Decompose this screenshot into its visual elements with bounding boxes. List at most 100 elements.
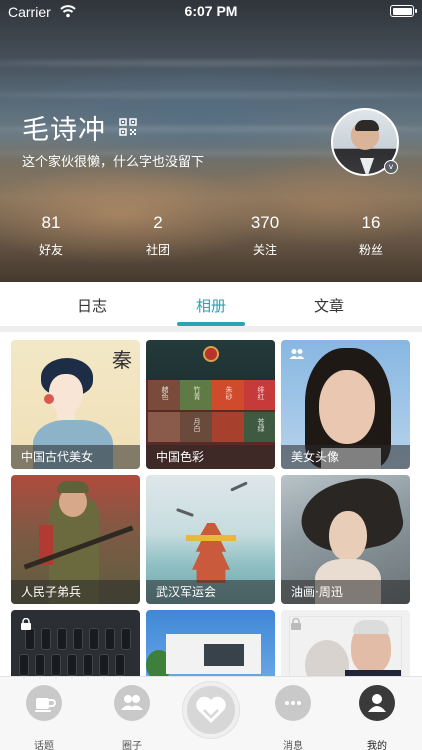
status-bar: Carrier 6:07 PM bbox=[0, 0, 422, 24]
tabbar-mine[interactable]: 我的 bbox=[347, 685, 407, 750]
stat-friends[interactable]: 81 好友 bbox=[11, 213, 91, 258]
color-swatch: 赭色 bbox=[148, 380, 180, 410]
art-key bbox=[41, 628, 51, 650]
color-swatch: 月白 bbox=[180, 412, 212, 442]
album-title: 人民子弟兵 bbox=[11, 580, 140, 604]
qr-code-icon[interactable] bbox=[119, 118, 137, 136]
lock-icon bbox=[21, 618, 31, 630]
background-wave bbox=[0, 92, 422, 98]
status-time: 6:07 PM bbox=[184, 3, 238, 19]
color-swatch: 苍绿 bbox=[244, 412, 275, 442]
color-swatch bbox=[148, 412, 180, 442]
art-key bbox=[99, 654, 109, 676]
swatch-label: 月白 bbox=[193, 418, 201, 432]
tabbar-messages[interactable]: 消息 bbox=[263, 685, 323, 750]
stat-label: 粉丝 bbox=[358, 243, 383, 257]
avatar-collar bbox=[360, 158, 374, 174]
art-key bbox=[83, 654, 93, 676]
user-icon bbox=[359, 685, 395, 721]
battery-icon bbox=[390, 5, 417, 17]
art-hair bbox=[353, 620, 389, 634]
art-building-window bbox=[204, 644, 244, 666]
stat-label: 关注 bbox=[252, 243, 277, 257]
tab-album[interactable]: 相册 bbox=[171, 295, 251, 316]
coffee-icon bbox=[26, 685, 62, 721]
stat-label: 好友 bbox=[38, 243, 63, 257]
avatar-hair bbox=[355, 120, 379, 131]
album-title: 中国色彩 bbox=[146, 445, 275, 469]
art-tower-eaves bbox=[186, 535, 236, 541]
segment-tabs: 日志 相册 文章 bbox=[0, 282, 422, 326]
swatch-label: 竹青 bbox=[193, 386, 201, 400]
art-face bbox=[49, 374, 83, 414]
heart-hands-icon bbox=[196, 696, 226, 723]
stat-followers[interactable]: 16 粉丝 bbox=[331, 213, 411, 258]
art-key bbox=[19, 654, 29, 676]
album-title: 中国古代美女 bbox=[11, 445, 140, 469]
art-cap bbox=[57, 481, 89, 493]
color-swatch bbox=[212, 412, 244, 442]
tabbar-label: 我的 bbox=[367, 741, 387, 750]
people-icon bbox=[289, 349, 305, 359]
album-card[interactable]: 秦 中国古代美女 bbox=[11, 340, 140, 469]
art-key bbox=[57, 628, 67, 650]
tabbar-topics[interactable]: 话题 bbox=[14, 685, 74, 750]
album-title: 油画·周迅 bbox=[281, 580, 410, 604]
art-key bbox=[51, 654, 61, 676]
swatch-label: 朱砂 bbox=[225, 386, 233, 400]
album-card[interactable]: 美女头像 bbox=[281, 340, 410, 469]
album-card[interactable]: 武汉军运会 bbox=[146, 475, 275, 604]
album-card[interactable]: 人民子弟兵 bbox=[11, 475, 140, 604]
stat-value: 2 bbox=[153, 213, 163, 232]
album-card[interactable] bbox=[281, 610, 410, 682]
color-swatch: 竹青 bbox=[180, 380, 212, 410]
swatch-label: 绯红 bbox=[257, 386, 265, 400]
tabbar-label: 消息 bbox=[283, 741, 303, 750]
color-swatch: 朱砂 bbox=[212, 380, 244, 410]
color-swatch: 绯红 bbox=[244, 380, 275, 410]
stat-value: 16 bbox=[361, 213, 381, 232]
album-grid: 秦 中国古代美女 赭色 竹青 朱砂 绯红 月白 苍绿 中国色彩 美女头像 人民子… bbox=[0, 332, 422, 682]
tabbar-label: 话题 bbox=[34, 741, 54, 750]
art-seal-text: 秦 bbox=[112, 348, 132, 372]
stat-clubs[interactable]: 2 社团 bbox=[118, 213, 198, 258]
art-key bbox=[115, 654, 125, 676]
stat-label: 社团 bbox=[145, 243, 170, 257]
stat-following[interactable]: 370 关注 bbox=[225, 213, 305, 258]
group-icon bbox=[114, 685, 150, 721]
profile-stats: 81 好友 2 社团 370 关注 16 粉丝 bbox=[0, 213, 422, 263]
album-card[interactable]: 油画·周迅 bbox=[281, 475, 410, 604]
swatch-label: 赭色 bbox=[161, 386, 169, 400]
art-tower bbox=[192, 523, 230, 583]
tabbar-circles[interactable]: 圈子 bbox=[102, 685, 162, 750]
album-title: 美女头像 bbox=[281, 445, 410, 469]
album-card[interactable] bbox=[11, 610, 140, 682]
profile-bio: 这个家伙很懒，什么字也没留下 bbox=[22, 155, 205, 170]
lock-icon bbox=[291, 618, 301, 630]
tab-diary[interactable]: 日志 bbox=[52, 295, 132, 316]
art-bird bbox=[176, 508, 194, 517]
tab-articles[interactable]: 文章 bbox=[289, 295, 369, 316]
art-key bbox=[73, 628, 83, 650]
art-face bbox=[319, 370, 375, 444]
stat-value: 370 bbox=[250, 213, 280, 232]
center-publish-button[interactable] bbox=[183, 682, 239, 738]
art-key bbox=[89, 628, 99, 650]
verified-badge: v bbox=[384, 160, 398, 174]
art-flower bbox=[44, 394, 54, 404]
stat-value: 81 bbox=[41, 213, 61, 232]
art-bird bbox=[230, 481, 248, 492]
art-key bbox=[35, 654, 45, 676]
background-wave bbox=[0, 60, 422, 66]
chat-bubble-icon bbox=[275, 685, 311, 721]
tabbar-label: 圈子 bbox=[122, 741, 142, 750]
profile-name: 毛诗冲 bbox=[22, 115, 106, 146]
album-title: 武汉军运会 bbox=[146, 580, 275, 604]
album-card[interactable] bbox=[146, 610, 275, 682]
swatch-label: 苍绿 bbox=[257, 418, 265, 432]
album-card[interactable]: 赭色 竹青 朱砂 绯红 月白 苍绿 中国色彩 bbox=[146, 340, 275, 469]
art-lantern bbox=[203, 346, 219, 362]
art-face bbox=[329, 511, 367, 561]
art-key bbox=[121, 628, 131, 650]
art-key bbox=[105, 628, 115, 650]
